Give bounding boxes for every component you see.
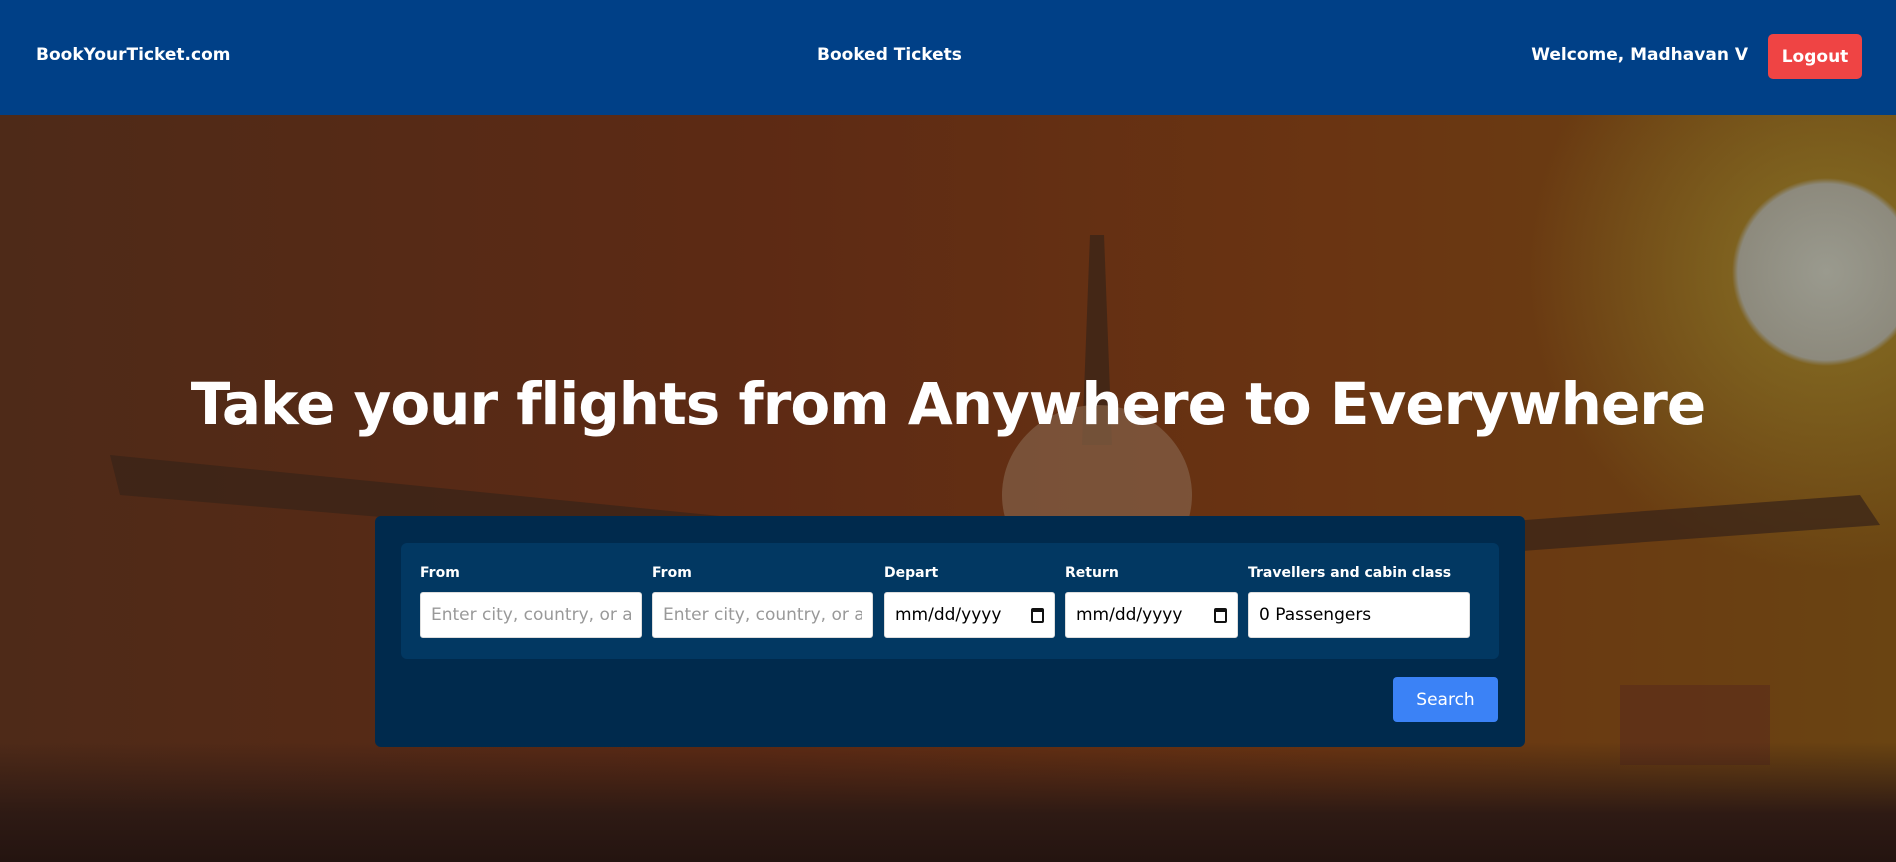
booked-tickets-link[interactable]: Booked Tickets	[817, 45, 962, 65]
depart-date-value: mm/dd/yyyy	[895, 605, 1002, 625]
from-placeholder: Enter city, country, or airport	[431, 605, 631, 625]
from-input[interactable]: Enter city, country, or airport	[420, 592, 642, 638]
depart-date-input[interactable]: mm/dd/yyyy	[884, 592, 1055, 638]
to-placeholder: Enter city, country, or airport	[663, 605, 862, 625]
travellers-label: Travellers and cabin class	[1248, 565, 1452, 581]
site-logo[interactable]: BookYourTicket.com	[36, 45, 230, 65]
flight-search-card: From Enter city, country, or airport Fro…	[375, 516, 1525, 747]
depart-label: Depart	[884, 565, 939, 581]
hero-section: Take your flights from Anywhere to Every…	[0, 115, 1896, 862]
return-label: Return	[1065, 565, 1119, 581]
search-fields-panel: From Enter city, country, or airport Fro…	[401, 543, 1499, 659]
calendar-icon[interactable]	[1031, 607, 1044, 623]
logout-button[interactable]: Logout	[1768, 34, 1862, 79]
to-label: From	[652, 565, 692, 581]
navbar: BookYourTicket.com Booked Tickets Welcom…	[0, 0, 1896, 115]
travellers-input[interactable]: 0 Passengers	[1248, 592, 1470, 638]
search-button[interactable]: Search	[1393, 677, 1498, 722]
calendar-icon[interactable]	[1214, 607, 1227, 623]
travellers-value: 0 Passengers	[1259, 605, 1372, 625]
welcome-text: Welcome, Madhavan V	[1531, 45, 1748, 65]
hero-title: Take your flights from Anywhere to Every…	[190, 370, 1707, 438]
from-label: From	[420, 565, 460, 581]
return-date-input[interactable]: mm/dd/yyyy	[1065, 592, 1238, 638]
ground-silhouette	[0, 742, 1896, 862]
to-input[interactable]: Enter city, country, or airport	[652, 592, 873, 638]
return-date-value: mm/dd/yyyy	[1076, 605, 1183, 625]
